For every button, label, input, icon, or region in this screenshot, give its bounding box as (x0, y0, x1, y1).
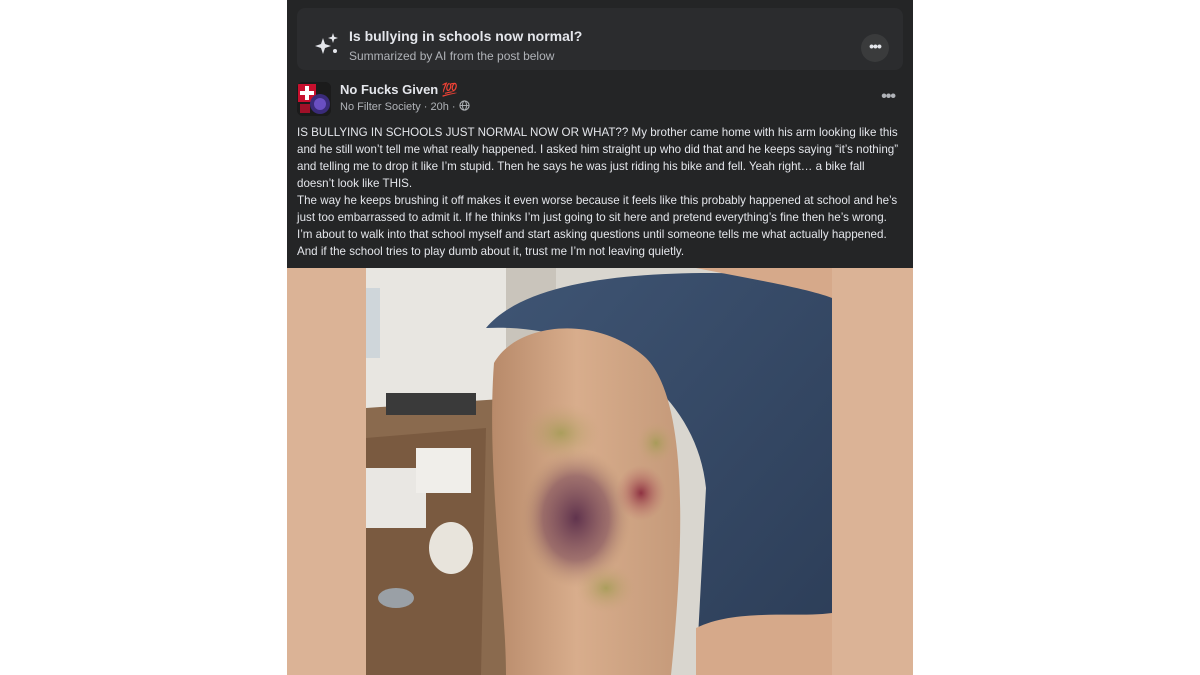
post-body: IS BULLYING IN SCHOOLS JUST NORMAL NOW O… (297, 124, 903, 260)
page-name: No Fucks Given (340, 82, 439, 97)
post-paragraph: IS BULLYING IN SCHOOLS JUST NORMAL NOW O… (297, 126, 899, 190)
ai-summary-banner[interactable]: Is bullying in schools now normal? Summa… (297, 8, 903, 70)
summary-more-button[interactable]: ••• (861, 34, 889, 62)
globe-icon[interactable] (459, 100, 470, 111)
hundred-points-emoji: 💯 (441, 82, 459, 97)
post-more-button[interactable]: ••• (881, 88, 896, 106)
post-meta: No Filter Society · 20h · (340, 100, 470, 113)
page-name-link[interactable]: No Fucks Given 💯 (340, 82, 458, 98)
meta-separator: · (451, 101, 456, 113)
post-paragraph: The way he keeps brushing it off makes i… (297, 194, 898, 258)
page-avatar[interactable] (297, 82, 331, 116)
post-card: Is bullying in schools now normal? Summa… (287, 0, 913, 675)
group-link[interactable]: No Filter Society (340, 101, 421, 113)
post-time-link[interactable]: 20h (431, 101, 449, 113)
ai-summary-title: Is bullying in schools now normal? (349, 28, 583, 44)
bruised-arm-photo[interactable] (366, 268, 832, 675)
post-photo-container[interactable] (287, 268, 913, 675)
ai-sparkle-icon (315, 33, 338, 54)
meta-separator: · (423, 101, 428, 113)
ai-summary-subtitle: Summarized by AI from the post below (349, 49, 555, 63)
